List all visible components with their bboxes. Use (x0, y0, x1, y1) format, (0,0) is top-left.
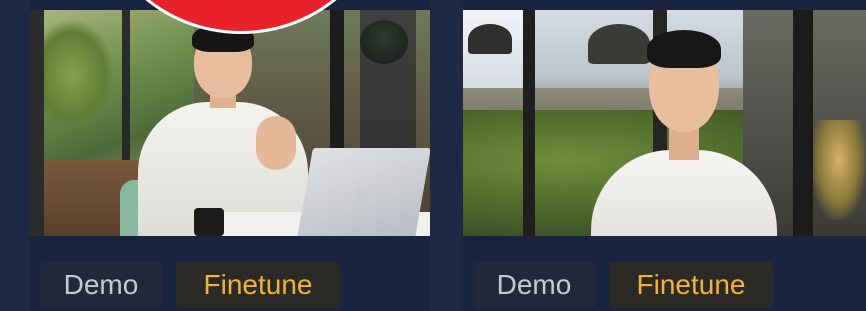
mug (194, 208, 224, 236)
plant (811, 120, 866, 220)
pendant-lamp (588, 24, 650, 64)
video-thumbnail[interactable] (463, 10, 866, 236)
finetune-tag[interactable]: Finetune (176, 262, 340, 308)
person-hands (256, 116, 296, 170)
tag-row: Demo Finetune (473, 262, 773, 308)
pendant-lamp (360, 20, 408, 64)
demo-tag[interactable]: Demo (473, 262, 595, 308)
video-card[interactable]: Demo Finetune (30, 0, 430, 311)
video-gallery: Demo Finetune Demo Finetune (0, 0, 866, 311)
pendant-lamp (468, 24, 512, 54)
window-frame (793, 10, 813, 236)
laptop-logo-icon (356, 188, 368, 202)
trees (44, 20, 114, 130)
window-frame (523, 10, 535, 236)
demo-tag[interactable]: Demo (40, 262, 162, 308)
person-hair (647, 30, 721, 68)
video-thumbnail[interactable] (30, 10, 430, 236)
tag-row: Demo Finetune (40, 262, 340, 308)
finetune-tag[interactable]: Finetune (609, 262, 773, 308)
window-frame (30, 10, 44, 236)
video-card[interactable]: Demo Finetune (463, 0, 866, 311)
